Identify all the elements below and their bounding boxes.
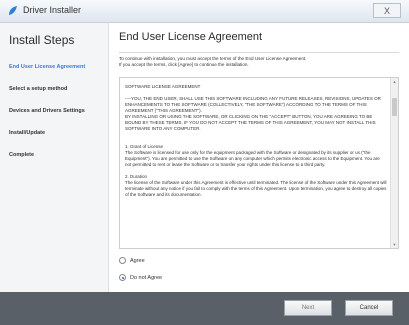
agree-radio[interactable] [119,257,126,264]
intro-line-2: If you accept the terms, click [Agree] t… [119,62,249,68]
scroll-thumb[interactable] [392,98,397,116]
step-eula: End User License Agreement [9,64,86,70]
window-title: Driver Installer [23,5,82,15]
driver-app-icon [9,6,17,15]
intro-text: To continue with installation, you must … [119,56,401,69]
step-install-update: Install/Update [9,130,46,136]
scroll-up-icon[interactable]: ▲ [392,79,397,84]
close-icon: X [383,6,390,16]
close-button[interactable]: X [373,3,401,18]
next-button[interactable]: Next [284,300,332,316]
install-steps-sidebar: Install Steps End User License Agreement… [0,23,109,292]
page-title: End User License Agreement [119,31,263,43]
step-devices-drivers: Devices and Drivers Settings [9,108,85,114]
license-text-box[interactable]: SOFTWARE LICENSE AGREEMENT ----YOU, THE … [119,77,399,249]
license-scrollbar[interactable]: ▲ ▼ [390,78,398,248]
main-panel: End User License Agreement To continue w… [109,23,409,292]
disagree-label: Do not Agree [130,274,163,281]
title-bar: Driver Installer X [0,0,409,23]
installer-window: Driver Installer X Install Steps End Use… [0,0,409,325]
scroll-down-icon[interactable]: ▼ [392,242,397,247]
disagree-radio[interactable] [119,274,126,281]
step-complete: Complete [9,152,35,158]
agree-option[interactable]: Agree [119,257,145,264]
title-divider [119,52,399,53]
license-text: SOFTWARE LICENSE AGREEMENT ----YOU, THE … [125,84,387,197]
step-setup-method: Select a setup method [9,86,68,92]
cancel-button[interactable]: Cancel [345,300,393,316]
steps-title: Install Steps [9,33,75,47]
disagree-option[interactable]: Do not Agree [119,274,162,281]
agree-label: Agree [130,257,145,264]
footer-bar: Next Cancel [0,292,409,325]
